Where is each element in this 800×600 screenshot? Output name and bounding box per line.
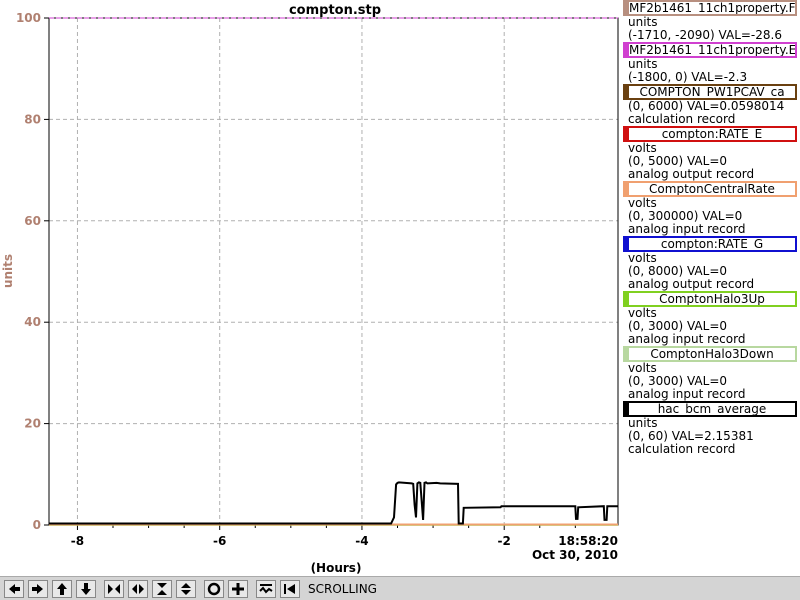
pan-up-icon [57,582,67,595]
legend-detail: (-1710, -2090) VAL=-28.6 [628,28,782,42]
legend-entry-comptoncentralrate: ComptonCentralRate volts (0, 300000) VAL=0… [622,181,800,236]
zoom-out-y-icon [181,582,191,595]
y-axis-label: units [1,254,15,288]
x-axis-label: (Hours) [311,561,362,575]
zoom-in-x-icon [108,583,120,594]
legend-detail: analog output record [628,167,755,181]
legend-detail: analog input record [628,222,746,236]
legend-panel: MF2b1461_11ch1property.F units (-1710, -20… [622,0,800,456]
y-tick-label: 60 [24,214,41,228]
x-tick-label: -8 [71,534,84,548]
strip-chart[interactable]: compton.stp 020406080100 -8 -6 -4 -2 units … [0,0,620,576]
toolbar: SCROLLING [0,576,800,600]
x-tick-label: -2 [498,534,511,548]
pan-up-button[interactable] [52,579,72,598]
legend-name-button[interactable]: ComptonCentralRate [623,181,797,197]
legend-name-button[interactable]: compton:RATE_G [623,236,797,252]
legend-detail: analog input record [628,332,746,346]
legend-entry-comptonhalo3up: ComptonHalo3Up volts (0, 3000) VAL=0 analog… [622,291,800,346]
plot-grid [49,18,618,525]
y-axis: 0 20 40 60 80 100 [16,11,49,532]
x-tick-label: -4 [355,534,368,548]
pan-right-button[interactable] [28,579,48,598]
legend-entry-compton-pw1pcav-ca: COMPTON_PW1PCAV_ca (0, 6000) VAL=0.059801… [622,84,800,126]
zoom-in-y-button[interactable] [152,579,172,598]
y-tick-label: 40 [24,315,41,329]
back-button[interactable] [280,579,300,598]
legend-detail: analog output record [628,277,755,291]
auto-scale-icon [207,582,221,595]
legend-entry-mf2b1461-11ch1property-f: MF2b1461_11ch1property.F units (-1710, -20… [622,0,800,42]
legend-name-button[interactable]: COMPTON_PW1PCAV_ca [623,84,797,100]
x-tick-label: -6 [213,534,226,548]
scrolling-status: SCROLLING [308,581,377,596]
legend-name-button[interactable]: MF2b1461_11ch1property.F [623,0,797,16]
y-tick-label: 0 [33,518,41,532]
legend-detail: calculation record [628,442,736,456]
zoom-out-y-button[interactable] [176,579,196,598]
legend-entry-comptonhalo3down: ComptonHalo3Down volts (0, 3000) VAL=0 anal… [622,346,800,401]
auto-scale-button[interactable] [204,579,224,598]
legend-detail: calculation record [628,112,736,126]
back-icon [284,583,295,594]
zoom-in-y-icon [157,582,167,595]
pan-left-icon [9,583,20,594]
y-tick-label: 80 [24,112,41,126]
timestamp-time: 18:58:20 [558,534,618,548]
y-tick-label: 100 [16,11,41,25]
legend-detail: (-1800, 0) VAL=-2.3 [628,70,748,84]
legend-name-button[interactable]: hac_bcm_average [623,401,797,417]
legend-entry-mf2b1461-11ch1property-e: MF2b1461_11ch1property.E units (-1800, 0) … [622,42,800,84]
reset-icon [232,582,244,595]
series-line-hac-bcm-average [49,481,618,525]
config-button[interactable] [256,579,276,598]
reset-button[interactable] [228,579,248,598]
pan-left-button[interactable] [4,579,24,598]
legend-name-button[interactable]: MF2b1461_11ch1property.E [623,42,797,58]
pan-down-icon [81,582,91,595]
legend-name-button[interactable]: ComptonHalo3Down [623,346,797,362]
x-axis: -8 -6 -4 -2 [71,525,576,548]
y-tick-label: 20 [24,417,41,431]
config-icon [259,583,273,594]
chart-title: compton.stp [289,3,381,18]
legend-name-button[interactable]: ComptonHalo3Up [623,291,797,307]
legend-name-button[interactable]: compton:RATE_E [623,126,797,142]
legend-entry-compton-rate-g: compton:RATE_G volts (0, 8000) VAL=0 analog… [622,236,800,291]
zoom-out-x-button[interactable] [128,579,148,598]
series-layer [49,17,618,526]
legend-entry-hac-bcm-average: hac_bcm_average units (0, 60) VAL=2.15381 c… [622,401,800,456]
zoom-in-x-button[interactable] [104,579,124,598]
pan-right-icon [32,583,43,594]
plot-frame [48,17,619,526]
pan-down-button[interactable] [76,579,96,598]
timestamp-date: Oct 30, 2010 [532,548,618,562]
legend-detail: analog input record [628,387,746,401]
legend-entry-compton-rate-e: compton:RATE_E volts (0, 5000) VAL=0 analog… [622,126,800,181]
zoom-out-x-icon [132,583,144,594]
